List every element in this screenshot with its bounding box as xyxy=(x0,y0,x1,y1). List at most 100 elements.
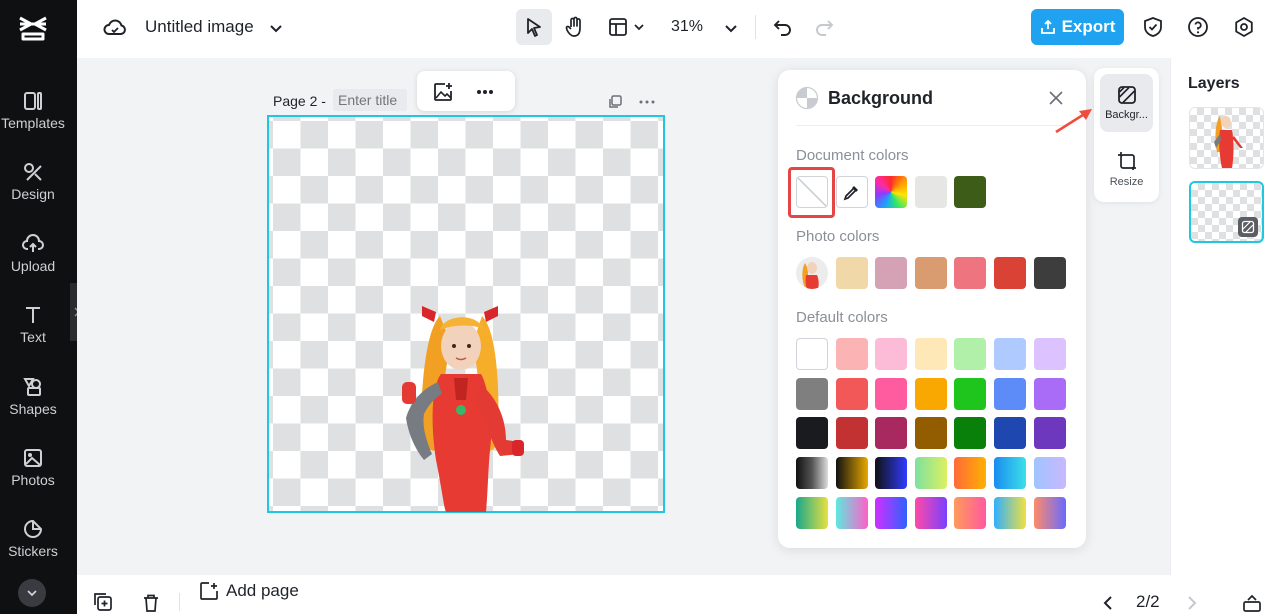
color-swatch[interactable] xyxy=(915,176,947,208)
color-swatch[interactable] xyxy=(915,417,947,449)
page-title-input[interactable] xyxy=(333,89,407,111)
color-swatch[interactable] xyxy=(994,378,1026,410)
color-swatch[interactable] xyxy=(994,338,1026,370)
resize-tool-button[interactable]: Resize xyxy=(1100,140,1153,198)
eyedropper-swatch[interactable] xyxy=(836,176,868,208)
gradient-swatch[interactable] xyxy=(994,457,1026,489)
gradient-swatch[interactable] xyxy=(796,457,828,489)
more-options-icon[interactable] xyxy=(473,80,497,104)
background-tool-button[interactable]: Backgr... xyxy=(1100,74,1153,132)
duplicate-add-page-icon[interactable] xyxy=(93,592,115,614)
document-title[interactable]: Untitled image xyxy=(145,17,254,37)
trash-icon[interactable] xyxy=(140,592,162,614)
cosplay-person-image[interactable] xyxy=(396,300,526,512)
sidebar-item-stickers[interactable]: Stickers xyxy=(0,518,66,574)
color-swatch[interactable] xyxy=(915,257,947,289)
color-swatch[interactable] xyxy=(954,257,986,289)
gradient-swatch[interactable] xyxy=(836,497,868,529)
color-swatch[interactable] xyxy=(954,417,986,449)
collapse-pages-icon[interactable] xyxy=(1241,592,1263,614)
color-swatch[interactable] xyxy=(1034,338,1066,370)
layers-panel: Layers xyxy=(1170,58,1280,575)
help-icon[interactable] xyxy=(1185,14,1211,40)
capcut-logo-icon[interactable] xyxy=(17,14,49,42)
add-page-button[interactable]: Add page xyxy=(199,581,299,601)
sidebar-item-shapes[interactable]: Shapes xyxy=(0,376,66,432)
gradient-swatch[interactable] xyxy=(915,497,947,529)
gradient-swatch[interactable] xyxy=(1034,457,1066,489)
layer-thumbnail-person[interactable] xyxy=(1189,107,1264,169)
color-swatch[interactable] xyxy=(954,378,986,410)
settings-gear-icon[interactable] xyxy=(1231,14,1257,40)
layer-thumbnail-background[interactable] xyxy=(1189,181,1264,243)
duplicate-page-icon[interactable] xyxy=(605,92,625,112)
color-swatch[interactable] xyxy=(954,176,986,208)
canvas-page[interactable] xyxy=(267,115,665,513)
sidebar-item-text[interactable]: Text xyxy=(0,304,66,360)
color-swatch[interactable] xyxy=(836,257,868,289)
resize-icon xyxy=(1117,151,1136,170)
gradient-swatch[interactable] xyxy=(954,497,986,529)
color-swatch[interactable] xyxy=(994,417,1026,449)
page-more-icon[interactable] xyxy=(637,92,657,112)
color-swatch[interactable] xyxy=(836,417,868,449)
gradient-swatch[interactable] xyxy=(875,497,907,529)
gradient-swatch[interactable] xyxy=(1034,497,1066,529)
color-swatch[interactable] xyxy=(796,378,828,410)
sidebar-item-label: Stickers xyxy=(8,543,58,559)
photo-thumbnail[interactable] xyxy=(796,257,828,289)
page-counter: 2/2 xyxy=(1136,592,1160,611)
footer-divider xyxy=(179,593,180,611)
gradient-swatch[interactable] xyxy=(994,497,1026,529)
sidebar-item-design[interactable]: Design xyxy=(0,161,66,217)
color-swatch[interactable] xyxy=(954,338,986,370)
color-swatch[interactable] xyxy=(875,338,907,370)
previous-page-chevron-left-icon[interactable] xyxy=(1097,592,1119,614)
document-colors-label: Document colors xyxy=(796,147,909,164)
color-swatch[interactable] xyxy=(915,378,947,410)
cloud-sync-icon[interactable] xyxy=(101,14,129,42)
color-swatch[interactable] xyxy=(875,378,907,410)
color-swatch[interactable] xyxy=(994,257,1026,289)
panel-title: Background xyxy=(828,88,934,108)
undo-button[interactable] xyxy=(770,14,796,40)
color-swatch[interactable] xyxy=(875,257,907,289)
gradient-swatch[interactable] xyxy=(954,457,986,489)
zoom-level[interactable]: 31% xyxy=(671,18,703,36)
layout-menu-button[interactable] xyxy=(604,9,652,45)
gradient-swatch[interactable] xyxy=(915,457,947,489)
gradient-swatch[interactable] xyxy=(836,457,868,489)
color-swatch[interactable] xyxy=(1034,378,1066,410)
color-swatch[interactable] xyxy=(915,338,947,370)
next-page-chevron-right-icon[interactable] xyxy=(1181,592,1203,614)
redo-button[interactable] xyxy=(811,14,837,40)
color-swatch[interactable] xyxy=(836,338,868,370)
add-image-icon[interactable] xyxy=(431,80,455,104)
hand-tool-button[interactable] xyxy=(557,9,593,45)
title-menu-chevron-down-icon[interactable] xyxy=(265,17,287,39)
sidebar-item-templates[interactable]: Templates xyxy=(0,90,66,146)
add-page-icon xyxy=(200,582,218,600)
background-icon xyxy=(795,86,819,110)
sidebar-item-label: Upload xyxy=(10,258,56,274)
color-swatch[interactable] xyxy=(836,378,868,410)
sidebar-item-photos[interactable]: Photos xyxy=(0,447,66,503)
color-swatch[interactable] xyxy=(875,417,907,449)
side-tool-strip: Backgr... Resize xyxy=(1094,68,1159,202)
color-swatch[interactable] xyxy=(1034,417,1066,449)
color-swatch[interactable] xyxy=(1034,257,1066,289)
more-tools-button[interactable] xyxy=(18,579,46,607)
select-tool-button[interactable] xyxy=(516,9,552,45)
export-button[interactable]: Export xyxy=(1031,9,1124,45)
upload-cloud-icon xyxy=(22,234,44,252)
rainbow-color-swatch[interactable] xyxy=(875,176,907,208)
color-swatch[interactable] xyxy=(796,338,828,370)
sidebar-item-upload[interactable]: Upload xyxy=(0,233,66,289)
shield-icon[interactable] xyxy=(1140,14,1166,40)
transparent-color-swatch[interactable] xyxy=(796,176,828,208)
gradient-swatch[interactable] xyxy=(875,457,907,489)
color-swatch[interactable] xyxy=(796,417,828,449)
sidebar-item-label: Shapes xyxy=(9,401,57,417)
gradient-swatch[interactable] xyxy=(796,497,828,529)
zoom-chevron-down-icon[interactable] xyxy=(720,17,742,39)
